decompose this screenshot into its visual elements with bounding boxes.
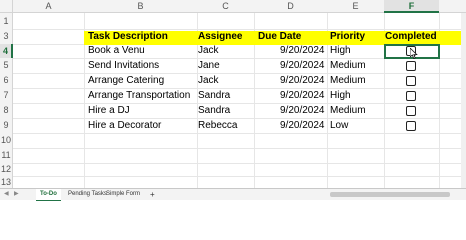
tab-scroll-left-icon[interactable]: ◀ [4,189,9,200]
table-cell-task[interactable]: Arrange Transportation [88,90,190,101]
table-cell-task[interactable]: Arrange Catering [88,75,164,86]
table-cell-assignee[interactable]: Jack [198,75,219,86]
checkbox-icon[interactable] [406,121,416,131]
row-header-6[interactable]: 6 [0,73,13,88]
row-header-13[interactable]: 13 [0,176,13,188]
column-header-a[interactable]: A [13,0,84,13]
table-cell-priority[interactable]: Medium [330,75,366,86]
gridline [13,133,466,134]
gridline [13,88,466,89]
spreadsheet-grid[interactable]: A B C D E F 1 3 4 5 6 7 8 9 10 11 12 13 … [0,0,466,188]
tab-scroll-right-icon[interactable]: ▶ [14,189,19,200]
row-header-3[interactable]: 3 [0,29,13,44]
tab-simple-form[interactable]: Simple Form [102,189,144,200]
table-cell-priority[interactable]: High [330,45,351,56]
checkbox-icon[interactable] [406,91,416,101]
column-header-f[interactable]: F [384,0,439,13]
row-header-1[interactable]: 1 [0,13,13,29]
vertical-scrollbar[interactable] [461,13,466,188]
row-header-9[interactable]: 9 [0,118,13,133]
table-cell-task[interactable]: Hire a Decorator [88,120,161,131]
header-task-description[interactable]: Task Description [88,31,168,42]
table-cell-due-date[interactable]: 9/20/2024 [280,45,325,56]
table-cell-due-date[interactable]: 9/20/2024 [280,75,325,86]
gridline [13,29,466,30]
table-cell-due-date[interactable]: 9/20/2024 [280,120,325,131]
table-cell-assignee[interactable]: Rebecca [198,120,237,131]
table-cell-task[interactable]: Hire a DJ [88,105,130,116]
select-all-corner[interactable] [0,0,13,13]
header-due-date[interactable]: Due Date [258,31,301,42]
row-header-7[interactable]: 7 [0,88,13,103]
add-sheet-button[interactable]: + [146,189,159,200]
header-priority[interactable]: Priority [330,31,365,42]
table-cell-priority[interactable]: Medium [330,105,366,116]
tab-to-do[interactable]: To-Do [36,189,61,201]
table-cell-assignee[interactable]: Jane [198,60,220,71]
table-cell-priority[interactable]: High [330,90,351,101]
column-header-b[interactable]: B [84,0,197,13]
table-cell-due-date[interactable]: 9/20/2024 [280,105,325,116]
table-cell-priority[interactable]: Low [330,120,348,131]
checkbox-icon[interactable] [406,106,416,116]
table-cell-task[interactable]: Book a Venu [88,45,145,56]
row-header-11[interactable]: 11 [0,148,13,163]
gridline [13,103,466,104]
horizontal-scrollbar[interactable] [330,192,450,197]
checkbox-icon[interactable] [406,76,416,86]
sheet-tab-bar: ◀ ▶ To-Do Pending Tasks Simple Form + [0,188,466,201]
row-header-12[interactable]: 12 [0,163,13,176]
column-header-c[interactable]: C [197,0,254,13]
header-assignee[interactable]: Assignee [198,31,242,42]
table-cell-assignee[interactable]: Sandra [198,105,230,116]
table-cell-priority[interactable]: Medium [330,60,366,71]
row-header-10[interactable]: 10 [0,133,13,148]
table-cell-task[interactable]: Send Invitations [88,60,159,71]
column-header-d[interactable]: D [254,0,327,13]
table-cell-due-date[interactable]: 9/20/2024 [280,60,325,71]
gridline [13,118,466,119]
checkbox-icon[interactable] [406,61,416,71]
row-header-8[interactable]: 8 [0,103,13,118]
table-cell-assignee[interactable]: Sandra [198,90,230,101]
header-completed[interactable]: Completed [385,31,437,42]
column-header-e[interactable]: E [327,0,384,13]
table-cell-due-date[interactable]: 9/20/2024 [280,90,325,101]
row-header-5[interactable]: 5 [0,58,13,73]
column-header-next [439,0,466,13]
table-cell-assignee[interactable]: Jack [198,45,219,56]
gridline [13,148,466,149]
row-header-4[interactable]: 4 [0,44,13,58]
gridline [13,163,466,164]
gridline [13,73,466,74]
mouse-pointer-icon [410,48,418,59]
gridline [13,176,466,177]
